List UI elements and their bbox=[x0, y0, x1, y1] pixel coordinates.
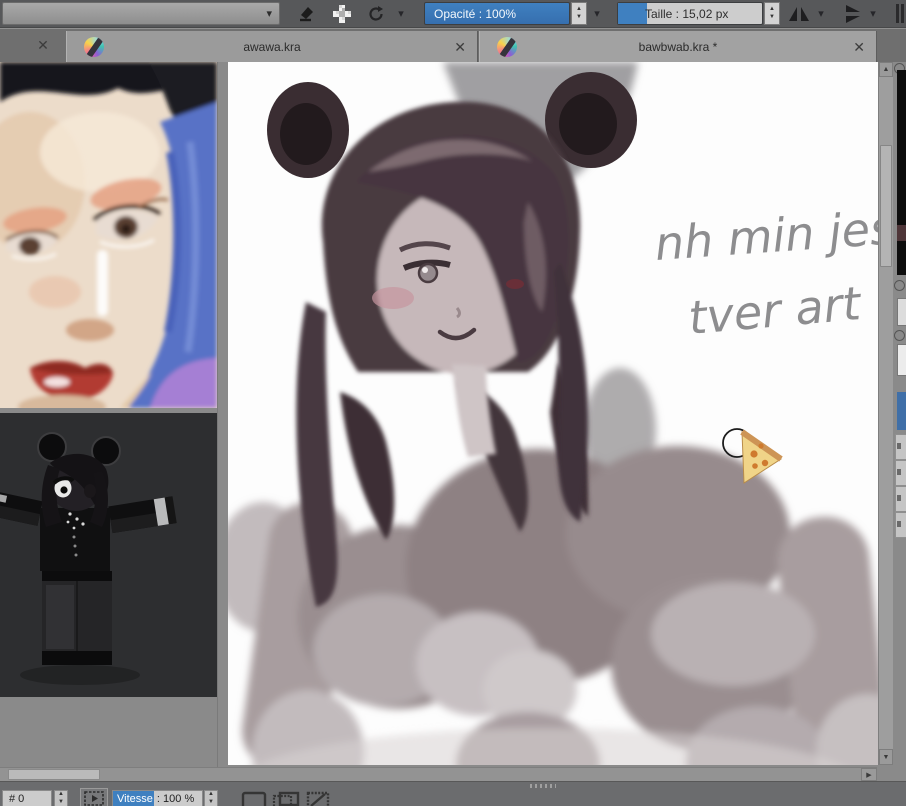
spin-up-icon: ▲ bbox=[208, 791, 214, 798]
opacity-label: Opacité : 100% bbox=[434, 6, 517, 21]
document-tabbar: ✕ awawa.kra ✕ bawbwab.kra * ✕ bbox=[0, 28, 906, 63]
onion-skin-button[interactable] bbox=[240, 791, 268, 806]
opacity-slider[interactable]: Opacité : 100% bbox=[424, 2, 570, 25]
animation-statusbar: # 0 ▲ ▼ Vitesse : 100 % ▲ ▼ bbox=[0, 781, 906, 806]
krita-window: ▾ ▾ Opacité: 100% ▲ ▼ ▾ Taille: 15,02 … bbox=[0, 0, 906, 806]
frame-rect-icon bbox=[241, 791, 267, 806]
reload-preset-button[interactable] bbox=[361, 1, 391, 26]
spin-up-icon: ▲ bbox=[576, 5, 582, 12]
docker-icon-partial bbox=[894, 280, 905, 291]
opacity-spinner[interactable]: ▲ ▼ bbox=[571, 2, 587, 25]
mirror-horizontal-icon bbox=[789, 7, 809, 21]
frame-number-field[interactable]: # 0 bbox=[2, 790, 52, 806]
tab-awawa[interactable]: awawa.kra ✕ bbox=[66, 31, 478, 63]
playback-options-button[interactable] bbox=[80, 788, 108, 806]
brush-size-spinner[interactable]: ▲ ▼ bbox=[764, 2, 780, 25]
speed-selected-text: Vitesse bbox=[113, 791, 154, 806]
vertical-scrollbar[interactable]: ▲ ▼ bbox=[878, 62, 893, 765]
reload-dropdown-caret[interactable]: ▾ bbox=[394, 7, 408, 20]
reload-icon bbox=[369, 5, 383, 21]
tab-bawbwab[interactable]: bawbwab.kra * ✕ bbox=[479, 31, 877, 63]
duplicate-frame-button[interactable] bbox=[272, 791, 300, 806]
eraser-icon bbox=[300, 6, 313, 21]
docker-icon-partial bbox=[894, 330, 905, 341]
brush-preset-combobox[interactable]: ▾ bbox=[2, 2, 280, 25]
vertical-scrollbar-thumb[interactable] bbox=[880, 145, 892, 267]
docker-list-item[interactable] bbox=[895, 512, 906, 538]
scroll-down-button[interactable]: ▼ bbox=[879, 749, 893, 765]
close-subwindow-button[interactable]: ✕ bbox=[34, 38, 52, 52]
frame-slash-icon bbox=[306, 791, 330, 806]
spin-up-icon: ▲ bbox=[769, 5, 775, 12]
docker-dark-panel bbox=[897, 70, 906, 275]
canvas-painting: nh min jes tver art bbox=[228, 62, 878, 765]
spin-down-icon: ▼ bbox=[58, 799, 64, 805]
eraser-mode-button[interactable] bbox=[292, 1, 322, 26]
speed-rest-text: : 100 % bbox=[153, 793, 195, 805]
opacity-dropdown-caret[interactable]: ▾ bbox=[590, 7, 604, 20]
close-tab-icon[interactable]: ✕ bbox=[853, 40, 865, 54]
mirror-horizontal-button[interactable] bbox=[786, 3, 812, 25]
tab-title: bawbwab.kra * bbox=[638, 40, 718, 54]
alpha-checkerboard-icon bbox=[333, 4, 351, 23]
mirror-vertical-button[interactable] bbox=[840, 3, 866, 25]
spin-down-icon: ▼ bbox=[576, 13, 582, 20]
preserve-alpha-button[interactable] bbox=[327, 1, 357, 26]
reference-portrait-image[interactable] bbox=[0, 62, 217, 408]
brush-size-label: Taille : 15,02 px bbox=[645, 6, 729, 21]
statusbar-grip[interactable] bbox=[530, 784, 556, 788]
frame-number-spinner[interactable]: ▲ ▼ bbox=[54, 790, 68, 806]
docker-list-item[interactable] bbox=[895, 434, 906, 460]
scroll-up-button[interactable]: ▲ bbox=[879, 62, 893, 77]
docker-color-swatch bbox=[897, 225, 906, 241]
tab-title: awawa.kra bbox=[243, 40, 301, 54]
dock-splitter[interactable] bbox=[217, 62, 228, 767]
chevron-down-icon: ▾ bbox=[266, 8, 272, 20]
spin-down-icon: ▼ bbox=[208, 799, 214, 805]
docker-list-item[interactable] bbox=[895, 460, 906, 486]
spin-down-icon: ▼ bbox=[769, 13, 775, 20]
spin-up-icon: ▲ bbox=[58, 791, 64, 798]
reference-dock bbox=[0, 62, 217, 767]
delete-frame-button[interactable] bbox=[304, 791, 332, 806]
mirror-vertical-icon bbox=[846, 5, 860, 23]
canvas-viewport[interactable]: nh min jes tver art bbox=[228, 62, 878, 765]
brush-size-fill bbox=[618, 3, 647, 24]
mirror-vertical-caret[interactable]: ▾ bbox=[866, 7, 880, 20]
close-tab-icon[interactable]: ✕ bbox=[454, 40, 466, 54]
scrollbar-corner bbox=[877, 765, 894, 781]
docker-list-item[interactable] bbox=[895, 486, 906, 512]
reference-roblox-image[interactable] bbox=[0, 413, 217, 697]
horizontal-scrollbar[interactable]: ▶ bbox=[0, 767, 877, 781]
brush-options-toolbar: ▾ ▾ Opacité: 100% ▲ ▼ ▾ Taille: 15,02 … bbox=[0, 0, 906, 28]
horizontal-scrollbar-thumb[interactable] bbox=[8, 769, 100, 780]
playback-speed-field[interactable]: Vitesse : 100 % bbox=[112, 790, 203, 806]
toolbar-cut-off-button[interactable] bbox=[896, 4, 906, 23]
speed-spinner[interactable]: ▲ ▼ bbox=[204, 790, 218, 806]
film-play-icon bbox=[84, 790, 104, 806]
frames-overlap-icon bbox=[272, 791, 300, 806]
scroll-right-button[interactable]: ▶ bbox=[861, 768, 877, 781]
docker-input-partial[interactable] bbox=[897, 298, 906, 326]
docker-button-partial[interactable] bbox=[897, 344, 906, 376]
brush-size-slider[interactable]: Taille : 15,02 px bbox=[617, 2, 763, 25]
mirror-horizontal-caret[interactable]: ▾ bbox=[814, 7, 828, 20]
right-docker-sliver bbox=[893, 62, 906, 806]
docker-header-partial bbox=[897, 392, 906, 430]
